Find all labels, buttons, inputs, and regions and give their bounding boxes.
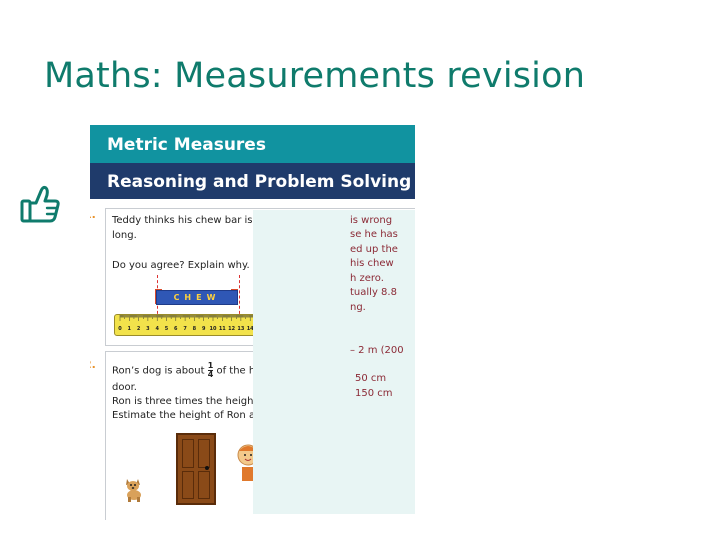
measure-guide-right [239,275,240,319]
ruler-tick-label: 12 [228,326,235,332]
answer-1-line-6: tually 8.8 [350,287,397,298]
question-2-line-3: Ron is three times the height o [112,396,267,407]
ruler-tick-label: 10 [210,326,217,332]
door-icon [176,433,216,505]
answer-2-line-1: – 2 m (200 [350,345,404,356]
answer-1-line-1: is wrong [350,215,393,226]
door-handle [205,466,209,470]
answer-2-line-2: 50 cm [355,373,387,384]
answer-1-line-7: ng. [350,302,366,313]
ruler-tick-label: 4 [155,326,159,332]
question-1-line-3: Do you agree? Explain why. [112,260,250,271]
question-1-line-1: Teddy thinks his chew bar is 1 [112,215,263,226]
answer-1-line-5: h zero. [350,273,384,284]
ruler-tick-label: 1 [128,326,132,332]
question-2-line-2: door. [112,382,137,393]
ruler-tick-label: 11 [219,326,226,332]
ruler-tick-label: 9 [202,326,206,332]
answer-2-line-3: 150 cm [355,388,393,399]
ruler-tick-label: 6 [174,326,178,332]
question-2-line-1: Ron’s dog is about 14 of the hei [112,362,264,379]
door-panel [198,439,210,468]
answer-panel: is wrong se he has ed up the his chew h … [253,210,415,514]
worksheet-header: Metric Measures [90,125,415,163]
ruler-tick-label: 0 [118,326,122,332]
door-panel [182,471,194,499]
chew-bar: CHEW [156,290,238,305]
ruler-tick-label: 3 [146,326,150,332]
ruler-tick-label: 5 [165,326,169,332]
question-1-line-2: long. [112,230,137,241]
slide-title: Maths: Measurements revision [44,56,586,96]
answer-1-line-2: se he has [350,229,398,240]
question-2-line-4: Estimate the height of Ron an [112,410,262,421]
ruler-tick-label: 7 [183,326,187,332]
ruler-tick-label: 2 [137,326,141,332]
worksheet-subheader: Reasoning and Problem Solving [90,163,415,199]
answer-1-line-3: ed up the [350,244,398,255]
question-2-number: 2. [90,358,96,371]
door-panel [182,439,194,468]
dog-icon [126,479,141,502]
answer-1-line-4: his chew [350,258,394,269]
question-1-number: 1. [90,208,96,221]
thumbs-up-icon [20,185,60,223]
ruler-tick-label: 13 [237,326,244,332]
question-2-line-1-start: Ron’s dog is about [112,365,208,377]
door-panel [198,471,210,499]
ruler-tick-label: 8 [193,326,197,332]
